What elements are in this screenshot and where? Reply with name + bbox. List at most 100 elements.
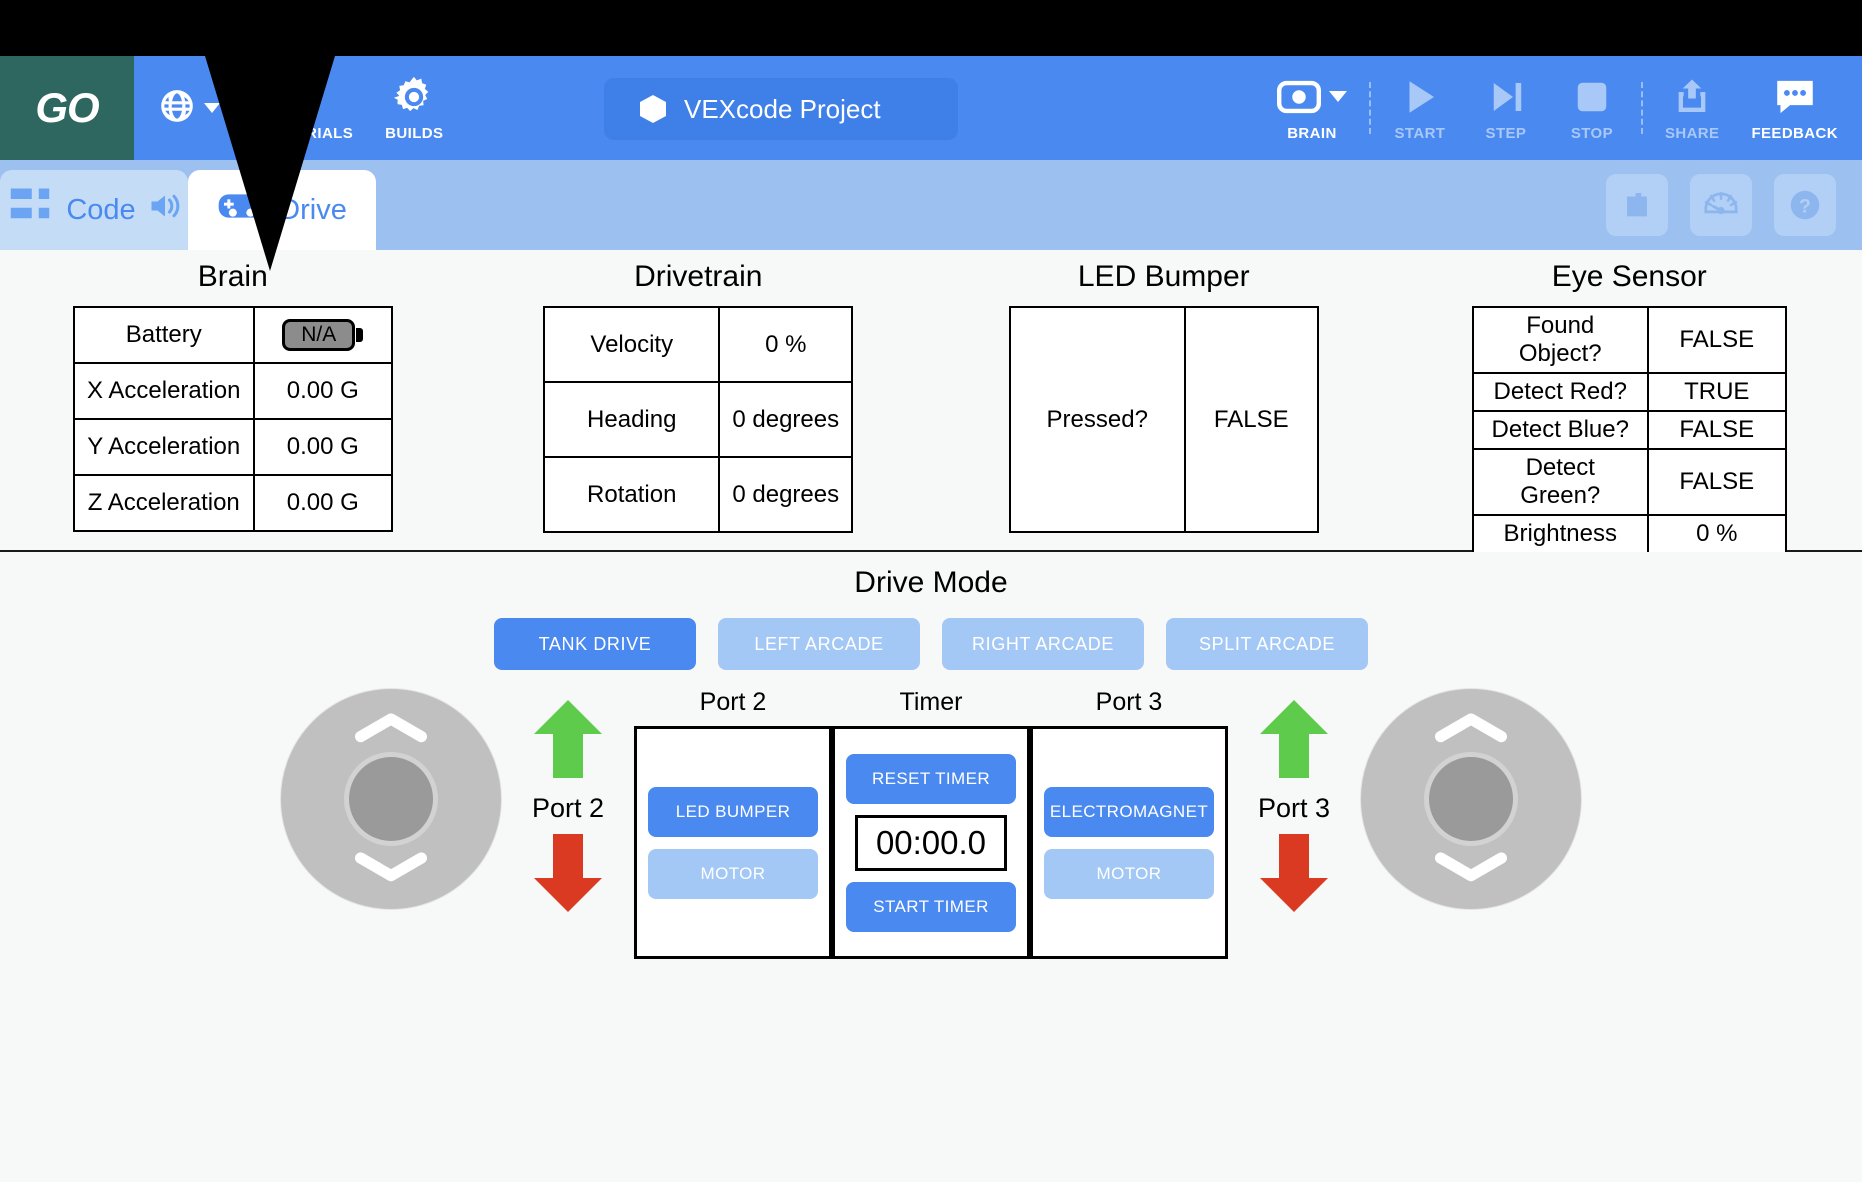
brain-table: Battery N/A X Acceleration 0.00 G Y Acce… <box>72 306 393 532</box>
tab-code-label: Code <box>66 193 136 226</box>
timer-display: 00:00.0 <box>855 814 1007 871</box>
drive-mode-tank[interactable]: TANK DRIVE <box>494 618 696 670</box>
eye-row-label: Detect Red? <box>1471 372 1649 412</box>
joystick-hub[interactable] <box>343 752 438 846</box>
toolbar-stop[interactable]: STOP <box>1549 56 1635 160</box>
toolbar-builds[interactable]: BUILDS <box>369 56 459 160</box>
drive-mode-buttons: TANK DRIVE LEFT ARCADE RIGHT ARCADE SPLI… <box>0 618 1862 670</box>
project-hex-icon <box>640 95 666 123</box>
battery-icon: N/A <box>282 318 364 352</box>
toolbar-builds-label: BUILDS <box>385 124 444 142</box>
vexcode-go-app: GO TUTORIALS BUILDS VEXcode Project BRAI… <box>0 56 1862 1182</box>
toolbar-brain[interactable]: BRAIN <box>1261 56 1363 160</box>
drive-mode-right-arcade[interactable]: RIGHT ARCADE <box>942 618 1144 670</box>
table-row: Pressed? FALSE <box>1008 306 1319 533</box>
toolbar-feedback-label: FEEDBACK <box>1751 124 1838 142</box>
port3-arrow-group: Port 3 <box>1258 688 1330 919</box>
port2-title: Port 2 <box>699 688 767 716</box>
arrow-down-red-icon[interactable] <box>532 832 604 919</box>
timer-box: RESET TIMER 00:00.0 START TIMER <box>832 726 1030 959</box>
port2-arrow-label: Port 2 <box>531 793 604 823</box>
port2-column: Port 2 LED BUMPER MOTOR <box>634 688 832 959</box>
table-row: Detect Blue? FALSE <box>1471 410 1787 450</box>
table-row: Detect Red? TRUE <box>1471 372 1787 412</box>
led-bumper-row-value: FALSE <box>1183 306 1319 533</box>
chevron-down-icon <box>1434 850 1508 887</box>
arrow-down-red-icon[interactable] <box>1258 832 1330 919</box>
port2-led-bumper-button[interactable]: LED BUMPER <box>648 786 818 837</box>
toolbar-brain-label: BRAIN <box>1287 124 1337 142</box>
reset-timer-button[interactable]: RESET TIMER <box>846 753 1016 804</box>
port3-motor-button[interactable]: MOTOR <box>1044 848 1214 899</box>
led-bumper-table: Pressed? FALSE <box>1008 306 1319 533</box>
eye-row-value: TRUE <box>1646 372 1787 412</box>
table-row: Rotation 0 degrees <box>543 456 854 533</box>
toolbar-start[interactable]: START <box>1377 56 1463 160</box>
project-title: VEXcode Project <box>684 93 881 124</box>
brain-row-value: 0.00 G <box>252 418 393 476</box>
drive-control-area: Drive Mode TANK DRIVE LEFT ARCADE RIGHT … <box>0 552 1862 1182</box>
table-row: Velocity 0 % <box>543 306 854 383</box>
start-timer-button[interactable]: START TIMER <box>846 881 1016 932</box>
table-row: X Acceleration 0.00 G <box>72 362 393 420</box>
port2-arrow-group: Port 2 <box>532 688 604 919</box>
blocks-icon <box>6 185 54 235</box>
joystick-hub[interactable] <box>1424 752 1519 846</box>
toolbar-share[interactable]: SHARE <box>1649 56 1736 160</box>
device-info-icon[interactable] <box>1606 174 1668 236</box>
dashboard-gauge-icon[interactable] <box>1690 174 1752 236</box>
drivetrain-row-value: 0 % <box>718 306 854 383</box>
share-icon <box>1672 75 1712 119</box>
help-icon[interactable]: ? <box>1774 174 1836 236</box>
battery-value: N/A <box>282 318 356 352</box>
brain-row-label: X Acceleration <box>72 362 255 420</box>
joystick-right[interactable] <box>1360 688 1583 910</box>
toolbar-divider <box>1368 82 1371 134</box>
project-title-bar[interactable]: VEXcode Project <box>604 78 958 140</box>
eye-row-value: FALSE <box>1646 306 1787 374</box>
toolbar-step[interactable]: STEP <box>1463 56 1549 160</box>
port3-electromagnet-button[interactable]: ELECTROMAGNET <box>1044 786 1214 837</box>
table-row: Found Object? FALSE <box>1471 306 1787 374</box>
joystick-left[interactable] <box>279 688 502 910</box>
table-row: Y Acceleration 0.00 G <box>72 418 393 476</box>
table-row: Z Acceleration 0.00 G <box>72 474 393 532</box>
toolbar-right-group: BRAIN START STEP STOP SHARE FEEDBACK <box>1261 56 1862 160</box>
device-panels-row: Port 2 LED BUMPER MOTOR Timer RESET TIME… <box>634 688 1228 959</box>
tab-bar-tools: ? <box>1606 174 1836 236</box>
panel-brain: Brain Battery N/A X Acceleration 0.00 G <box>0 250 466 550</box>
eye-row-label: Brightness <box>1471 514 1649 554</box>
eye-row-label: Found Object? <box>1471 306 1649 374</box>
arrow-up-green-icon[interactable] <box>1258 698 1330 785</box>
drive-controls-row: Port 2 Port 2 LED BUMPER MOTOR Timer RES… <box>0 688 1862 959</box>
drivetrain-table: Velocity 0 % Heading 0 degrees Rotation … <box>543 306 854 533</box>
port3-title: Port 3 <box>1095 688 1163 716</box>
panel-drivetrain-title: Drivetrain <box>634 260 763 293</box>
drive-mode-title: Drive Mode <box>854 566 1008 599</box>
tab-code[interactable]: Code <box>0 170 188 250</box>
speaker-icon <box>148 191 182 229</box>
toolbar-share-label: SHARE <box>1664 124 1720 142</box>
brain-battery-cell: N/A <box>252 306 393 364</box>
toolbar-stop-label: STOP <box>1570 124 1614 142</box>
brain-row-label: Battery <box>72 306 255 364</box>
eye-sensor-table: Found Object? FALSE Detect Red? TRUE Det… <box>1471 306 1787 592</box>
stop-icon <box>1573 75 1611 119</box>
port2-motor-button[interactable]: MOTOR <box>648 848 818 899</box>
chevron-up-icon <box>354 711 428 748</box>
eye-row-label: Detect Green? <box>1471 448 1649 516</box>
toolbar-feedback[interactable]: FEEDBACK <box>1735 56 1862 160</box>
step-icon <box>1485 75 1527 119</box>
arrow-up-green-icon[interactable] <box>532 698 604 785</box>
panel-led-bumper-title: LED Bumper <box>1077 260 1250 293</box>
monitor-panels: Brain Battery N/A X Acceleration 0.00 G <box>0 250 1862 592</box>
globe-icon <box>158 87 196 130</box>
comment-icon <box>1774 75 1816 119</box>
chevron-down-icon <box>1328 91 1347 102</box>
drivetrain-row-label: Heading <box>543 381 721 458</box>
play-icon <box>1399 75 1441 119</box>
drive-mode-split-arcade[interactable]: SPLIT ARCADE <box>1166 618 1368 670</box>
drive-mode-left-arcade[interactable]: LEFT ARCADE <box>718 618 920 670</box>
chevron-down-icon <box>354 850 428 887</box>
timer-title: Timer <box>899 688 963 716</box>
